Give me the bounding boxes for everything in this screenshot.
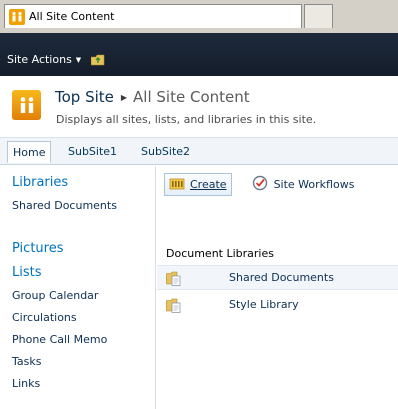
page-description: Displays all sites, lists, and libraries… [56, 113, 317, 126]
library-row-style-library[interactable]: Style Library [157, 293, 398, 318]
create-label: Create [190, 178, 227, 191]
page-title: All Site Content [133, 88, 250, 106]
topnav-home[interactable]: Home [7, 141, 52, 163]
quicklaunch-item-circulations[interactable]: Circulations [12, 311, 77, 324]
quicklaunch-pictures-header[interactable]: Pictures [12, 241, 63, 256]
library-link-style-library[interactable]: Style Library [229, 298, 299, 311]
content-toolbar: Create Site Workflows [164, 173, 354, 196]
quicklaunch-item-phone-call-memo[interactable]: Phone Call Memo [12, 333, 107, 346]
quicklaunch-libraries-header[interactable]: Libraries [12, 175, 68, 190]
quicklaunch-item-tasks[interactable]: Tasks [12, 355, 41, 368]
topnav-subsite2[interactable]: SubSite2 [136, 141, 195, 163]
breadcrumb-separator-icon: ▶ [120, 92, 128, 102]
site-actions-label: Site Actions [7, 53, 72, 66]
breadcrumb-site-link[interactable]: Top Site [55, 88, 114, 106]
title-area: Top Site ▶ All Site Content Displays all… [0, 76, 398, 137]
create-button[interactable]: Create [164, 173, 232, 196]
site-workflows-button[interactable]: Site Workflows [252, 175, 355, 194]
top-navigation: Home SubSite1 SubSite2 [0, 137, 398, 165]
new-tab-button[interactable] [304, 4, 333, 28]
quicklaunch-lists-header[interactable]: Lists [12, 265, 42, 280]
chevron-down-icon: ▼ [75, 55, 82, 64]
quick-launch: Libraries Shared Documents Pictures List… [0, 166, 156, 409]
site-actions-bar: Site Actions ▼ [0, 33, 398, 76]
library-row-shared-documents[interactable]: Shared Documents [157, 265, 398, 290]
document-library-icon [166, 298, 182, 316]
breadcrumb: Top Site ▶ All Site Content [55, 88, 250, 106]
browser-tab[interactable]: All Site Content [4, 4, 302, 28]
site-actions-menu[interactable]: Site Actions ▼ [7, 53, 81, 66]
browser-tab-title: All Site Content [29, 10, 115, 23]
sharepoint-logo-icon [12, 90, 41, 120]
create-icon [169, 176, 185, 193]
topnav-subsite1[interactable]: SubSite1 [63, 141, 122, 163]
document-library-icon [166, 271, 182, 289]
quicklaunch-item-group-calendar[interactable]: Group Calendar [12, 289, 98, 302]
sharepoint-icon [9, 8, 25, 25]
library-link-shared-documents[interactable]: Shared Documents [229, 271, 334, 284]
site-workflows-label: Site Workflows [273, 178, 355, 191]
main-content: Create Site Workflows Document Libraries… [157, 166, 398, 409]
section-title-document-libraries: Document Libraries [166, 247, 274, 260]
browser-tab-strip: All Site Content [0, 0, 398, 33]
folder-up-icon[interactable] [90, 54, 105, 66]
workflow-icon [252, 175, 268, 194]
quicklaunch-item-links[interactable]: Links [12, 377, 40, 390]
quicklaunch-item-shared-documents[interactable]: Shared Documents [12, 199, 117, 212]
